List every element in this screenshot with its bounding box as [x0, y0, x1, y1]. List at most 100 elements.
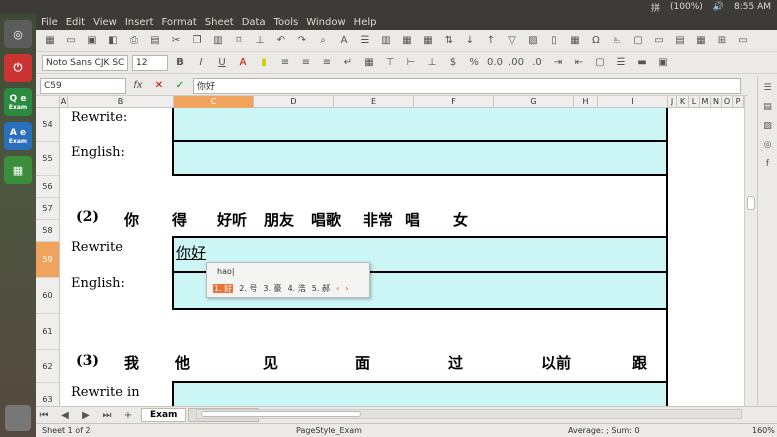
launcher-app-calc[interactable]: ▦: [4, 156, 32, 184]
cell-b54[interactable]: Rewrite:: [71, 110, 127, 125]
horizontal-scrollbar[interactable]: [196, 409, 742, 419]
vertical-scroll-thumb[interactable]: [747, 196, 755, 210]
header-footer-icon[interactable]: ▭: [651, 34, 667, 48]
last-sheet-icon[interactable]: ⏭: [99, 408, 115, 422]
show-draw-icon[interactable]: ▭: [735, 34, 751, 48]
cell-b62-number[interactable]: (3): [76, 353, 99, 369]
launcher-app-ae-exam[interactable]: A e Exam: [4, 122, 32, 150]
autofilter-icon[interactable]: ▽: [504, 34, 520, 48]
column-header-d[interactable]: D: [254, 96, 334, 108]
launcher-app-qe-exam[interactable]: Q e Exam: [4, 88, 32, 116]
cell-b60[interactable]: English:: [71, 276, 125, 291]
export-pdf-icon[interactable]: ◧: [105, 34, 121, 48]
font-size-box[interactable]: 12: [132, 54, 168, 71]
row-header-55[interactable]: 55: [36, 142, 60, 176]
bold-icon[interactable]: B: [172, 56, 188, 70]
menu-view[interactable]: View: [93, 17, 117, 28]
clear-icon[interactable]: ⊥: [252, 34, 268, 48]
select-all-corner[interactable]: [36, 96, 60, 108]
merge-cells-icon[interactable]: ▦: [361, 56, 377, 70]
sort-icon[interactable]: ⇅: [441, 34, 457, 48]
status-zoom[interactable]: 160%: [752, 426, 775, 435]
delete-decimal-icon[interactable]: .0: [529, 56, 545, 70]
column-header-p[interactable]: P: [733, 96, 744, 108]
ime-candidate-1[interactable]: 1. 好: [213, 283, 234, 294]
border-color-icon[interactable]: ▬: [634, 56, 650, 70]
ime-prev-page-icon[interactable]: ‹: [336, 284, 339, 293]
row-header-61[interactable]: 61: [36, 314, 60, 350]
background-color-icon[interactable]: ▣: [655, 56, 671, 70]
column-header-n[interactable]: N: [711, 96, 722, 108]
trash-icon[interactable]: [5, 405, 31, 431]
column-header-b[interactable]: B: [68, 96, 174, 108]
row-header-56[interactable]: 56: [36, 176, 60, 198]
menu-file[interactable]: File: [41, 17, 58, 28]
image-icon[interactable]: ▨: [525, 34, 541, 48]
italic-icon[interactable]: I: [193, 56, 209, 70]
border-style-icon[interactable]: ☰: [613, 56, 629, 70]
cell-c55-input[interactable]: [172, 140, 668, 176]
column-header-e[interactable]: E: [334, 96, 414, 108]
outdent-icon[interactable]: ⇤: [571, 56, 587, 70]
split-window-icon[interactable]: ⊞: [714, 34, 730, 48]
properties-icon[interactable]: ☰: [762, 83, 774, 95]
font-name-box[interactable]: Noto Sans CJK SC: [42, 54, 128, 71]
tab-exam[interactable]: Exam: [141, 408, 187, 422]
cell-b58-number[interactable]: (2): [76, 209, 99, 225]
functions-icon[interactable]: f: [762, 159, 774, 171]
battery-status[interactable]: (100%): [670, 2, 703, 12]
define-print-area-icon[interactable]: ▤: [672, 34, 688, 48]
hyperlink-icon[interactable]: ⎁: [609, 34, 625, 48]
ime-next-page-icon[interactable]: ›: [345, 284, 348, 293]
spelling-icon[interactable]: A: [336, 34, 352, 48]
column-header-h[interactable]: H: [574, 96, 598, 108]
menu-window[interactable]: Window: [306, 17, 345, 28]
menu-format[interactable]: Format: [162, 17, 197, 28]
menu-data[interactable]: Data: [242, 17, 266, 28]
align-left-icon[interactable]: ≡: [277, 56, 293, 70]
status-summary[interactable]: Average: ; Sum: 0: [568, 426, 640, 435]
row-icon[interactable]: ☰: [357, 34, 373, 48]
column-header-f[interactable]: F: [414, 96, 494, 108]
menu-help[interactable]: Help: [354, 17, 377, 28]
cell-b55[interactable]: English:: [71, 145, 125, 160]
borders-icon[interactable]: ▢: [592, 56, 608, 70]
add-decimal-icon[interactable]: .00: [508, 56, 524, 70]
add-sheet-icon[interactable]: +: [120, 408, 136, 422]
cell-c54-input[interactable]: [172, 108, 668, 142]
menu-insert[interactable]: Insert: [125, 17, 154, 28]
menu-sheet[interactable]: Sheet: [205, 17, 234, 28]
column-header-i[interactable]: I: [598, 96, 668, 108]
freeze-icon[interactable]: ▦: [693, 34, 709, 48]
ime-candidate-4[interactable]: 4. 浩: [288, 283, 306, 294]
row-header-57[interactable]: 57: [36, 198, 60, 220]
navigator-icon[interactable]: ◎: [762, 140, 774, 152]
chart-icon[interactable]: ▯: [546, 34, 562, 48]
indent-icon[interactable]: ⇥: [550, 56, 566, 70]
volume-icon[interactable]: 🔊: [713, 2, 724, 12]
undo-icon[interactable]: ↶: [273, 34, 289, 48]
save-icon[interactable]: ▣: [84, 34, 100, 48]
copy-icon[interactable]: ❐: [189, 34, 205, 48]
highlight-icon[interactable]: ▮: [256, 56, 272, 70]
cell-b63[interactable]: Rewrite in: [71, 385, 140, 400]
cell-c63-input[interactable]: [172, 381, 668, 406]
cut-icon[interactable]: ✂: [168, 34, 184, 48]
redo-icon[interactable]: ↷: [294, 34, 310, 48]
paste-icon[interactable]: ▥: [210, 34, 226, 48]
row-header-58[interactable]: 58: [36, 220, 60, 242]
row-header-62[interactable]: 62: [36, 350, 60, 383]
sort-asc-icon[interactable]: ↓: [462, 34, 478, 48]
currency-icon[interactable]: $: [445, 56, 461, 70]
sort-desc-icon[interactable]: ↑: [483, 34, 499, 48]
percent-icon[interactable]: %: [466, 56, 482, 70]
ime-candidate-3[interactable]: 3. 豪: [263, 283, 281, 294]
input-method-indicator[interactable]: 拼: [651, 1, 660, 14]
clock[interactable]: 8:55 AM: [734, 2, 771, 12]
menu-edit[interactable]: Edit: [66, 17, 85, 28]
align-top-icon[interactable]: ⊤: [382, 56, 398, 70]
prev-sheet-icon[interactable]: ◀: [57, 408, 73, 422]
status-page-style[interactable]: PageStyle_Exam: [296, 426, 362, 435]
special-char-icon[interactable]: Ω: [588, 34, 604, 48]
align-center-icon[interactable]: ≡: [298, 56, 314, 70]
